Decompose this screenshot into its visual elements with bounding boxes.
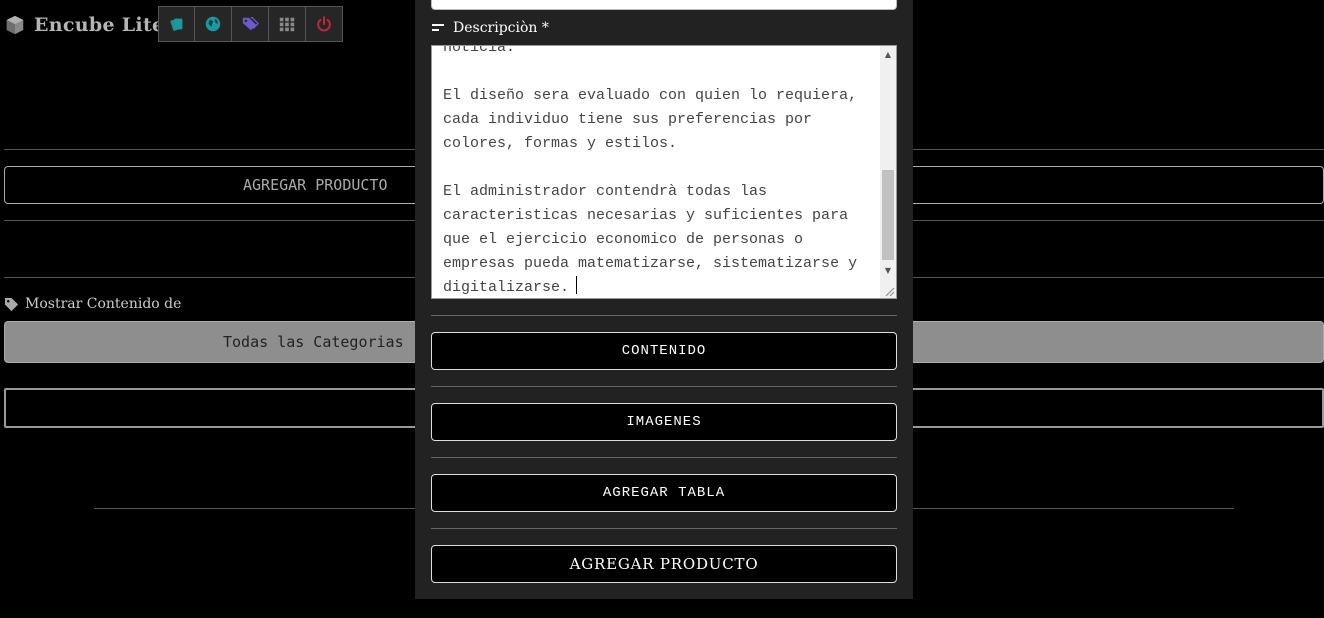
tag-icon <box>4 297 19 311</box>
cards-icon <box>169 18 182 31</box>
globe-button[interactable] <box>195 6 232 42</box>
filter-label: Mostrar Contenido de <box>4 296 181 312</box>
description-text: noticia. El diseño sera evaluado con qui… <box>443 45 873 298</box>
filter-label-text: Mostrar Contenido de <box>25 296 182 312</box>
add-product-button[interactable]: AGREGAR PRODUCTO <box>431 545 897 583</box>
description-label: Descripciòn * <box>432 20 549 36</box>
description-textarea[interactable]: noticia. El diseño sera evaluado con qui… <box>431 45 897 299</box>
resize-grip-icon[interactable] <box>883 285 895 297</box>
content-button[interactable]: CONTENIDO <box>431 332 897 370</box>
grid-button[interactable] <box>269 6 306 42</box>
tags-icon <box>242 17 259 31</box>
grid-icon <box>279 17 295 32</box>
divider <box>431 528 897 529</box>
globe-icon <box>205 16 221 32</box>
product-modal: Descripciòn * noticia. El diseño sera ev… <box>415 0 913 599</box>
scroll-thumb[interactable] <box>882 170 894 260</box>
add-table-button[interactable]: AGREGAR TABLA <box>431 474 897 512</box>
cube-icon <box>6 15 24 35</box>
images-button[interactable]: IMAGENES <box>431 403 897 441</box>
toolbar <box>158 6 343 42</box>
divider <box>431 457 897 458</box>
scroll-up-arrow-icon[interactable]: ▲ <box>880 46 896 62</box>
align-left-icon <box>432 24 444 31</box>
power-icon <box>317 16 331 32</box>
scroll-down-arrow-icon[interactable]: ▼ <box>880 262 896 278</box>
power-button[interactable] <box>306 6 343 42</box>
brand: Encube Lite <box>4 14 164 36</box>
divider <box>431 386 897 387</box>
app-title: Encube Lite <box>34 14 165 36</box>
text-caret <box>576 276 578 294</box>
textarea-scrollbar[interactable]: ▲ ▼ <box>880 46 896 298</box>
cards-button[interactable] <box>158 6 195 42</box>
tags-button[interactable] <box>232 6 269 42</box>
description-label-text: Descripciòn * <box>453 20 549 36</box>
title-input[interactable] <box>431 0 897 10</box>
divider <box>431 315 897 316</box>
description-value: noticia. El diseño sera evaluado con qui… <box>443 45 858 296</box>
